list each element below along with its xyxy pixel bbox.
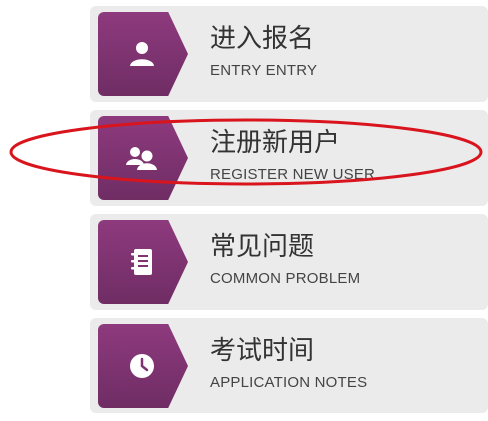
menu-item-tile <box>98 220 188 304</box>
menu-item-title: 注册新用户 <box>210 128 341 158</box>
menu-item-faq[interactable]: 常见问题 COMMON PROBLEM <box>90 214 488 310</box>
menu-list: 进入报名 ENTRY ENTRY 注册新用户 REGISTER NEW USER <box>90 6 488 421</box>
menu-item-entry[interactable]: 进入报名 ENTRY ENTRY <box>90 6 488 102</box>
menu-item-tile <box>98 324 188 408</box>
menu-item-title: 考试时间 <box>210 336 315 366</box>
menu-item-exam-time[interactable]: 考试时间 APPLICATION NOTES <box>90 318 488 413</box>
menu-item-register[interactable]: 注册新用户 REGISTER NEW USER <box>90 110 488 206</box>
menu-item-subtitle: APPLICATION NOTES <box>210 374 368 391</box>
menu-item-subtitle: REGISTER NEW USER <box>210 166 376 183</box>
menu-item-title: 常见问题 <box>210 232 315 262</box>
menu-item-tile <box>98 12 188 96</box>
menu-item-title: 进入报名 <box>210 24 315 54</box>
menu-item-subtitle: ENTRY ENTRY <box>210 62 318 79</box>
users-icon <box>122 138 162 178</box>
menu-item-tile <box>98 116 188 200</box>
user-icon <box>122 34 162 74</box>
notebook-icon <box>122 242 162 282</box>
clock-icon <box>122 346 162 386</box>
menu-item-subtitle: COMMON PROBLEM <box>210 270 361 287</box>
